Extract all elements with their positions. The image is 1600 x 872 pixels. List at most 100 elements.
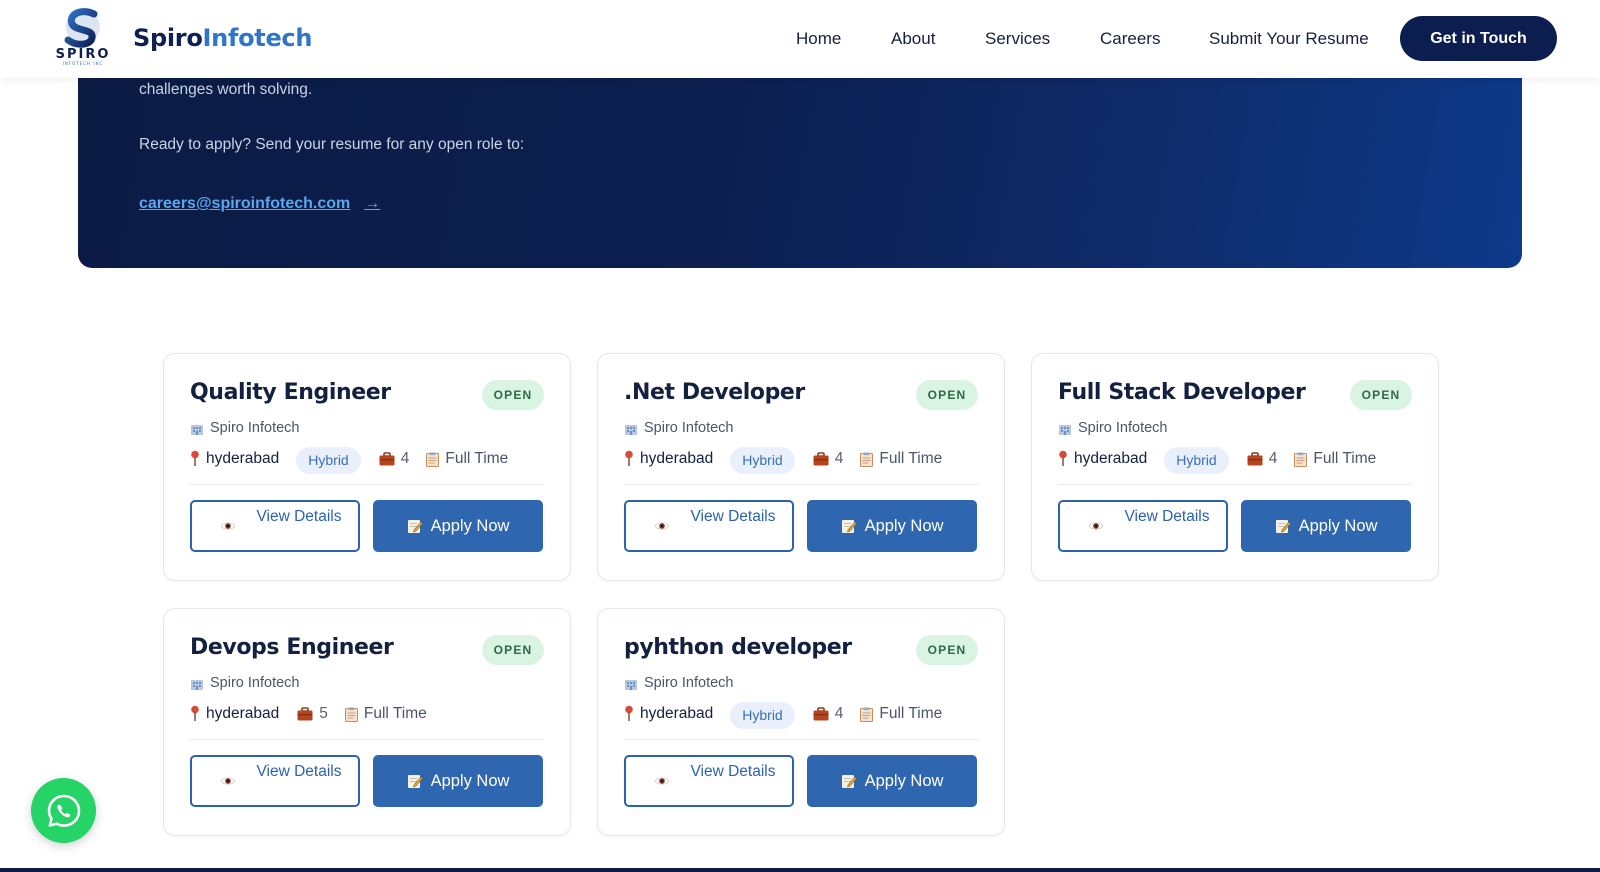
job-meta-row: hyderabad 5 Full Time — [190, 701, 427, 727]
view-details-button[interactable]: View Details — [624, 755, 794, 807]
apply-now-label[interactable]: Apply Now — [1299, 517, 1378, 536]
job-title: Quality Engineer — [190, 380, 391, 405]
location-pin-icon — [191, 450, 199, 466]
hero-text-line: challenges worth solving. — [139, 81, 313, 98]
apply-now-button[interactable]: Apply Now — [373, 755, 543, 807]
job-title: .Net Developer — [624, 380, 805, 405]
work-mode-tag: Hybrid — [730, 701, 795, 729]
view-details-button[interactable]: View Details — [624, 500, 794, 552]
openings-count: 4 — [834, 705, 844, 722]
get-in-touch-button[interactable]: Get in Touch — [1400, 16, 1557, 61]
pencil-icon — [407, 775, 423, 788]
view-details-label[interactable]: View Details — [250, 509, 348, 525]
job-location: hyderabad — [206, 450, 280, 467]
job-card: Full Stack Developer OPEN Spiro Infotech… — [1031, 353, 1439, 581]
status-badge: OPEN — [916, 635, 978, 665]
location-pin-icon — [625, 450, 633, 466]
view-details-label[interactable]: View Details — [684, 509, 782, 525]
location-pin-icon — [625, 705, 633, 721]
card-divider — [624, 484, 978, 485]
brand-name-part2: Infotech — [202, 24, 313, 52]
status-badge: OPEN — [482, 380, 544, 410]
apply-now-button[interactable]: Apply Now — [373, 500, 543, 552]
location-pin-icon — [1059, 450, 1067, 466]
briefcase-icon — [813, 452, 829, 466]
job-title: Devops Engineer — [190, 635, 394, 660]
company-row: Spiro Infotech — [624, 420, 733, 436]
job-location: hyderabad — [206, 705, 280, 722]
apply-now-label[interactable]: Apply Now — [431, 772, 510, 791]
job-meta-row: hyderabad Hybrid 4 Full Time — [624, 446, 943, 474]
job-location: hyderabad — [640, 705, 714, 722]
status-badge: OPEN — [1350, 380, 1412, 410]
apply-now-button[interactable]: Apply Now — [1241, 500, 1411, 552]
location-pin-icon — [191, 705, 199, 721]
view-details-button[interactable]: View Details — [1058, 500, 1228, 552]
job-title: pyhthon developer — [624, 635, 852, 660]
company-name: Spiro Infotech — [1078, 420, 1168, 436]
view-details-button[interactable]: View Details — [190, 500, 360, 552]
apply-now-button[interactable]: Apply Now — [807, 500, 977, 552]
job-card: pyhthon developer OPEN Spiro Infotech hy… — [597, 608, 1005, 836]
pencil-icon — [407, 520, 423, 533]
briefcase-icon — [1247, 452, 1263, 466]
apply-now-button[interactable]: Apply Now — [807, 755, 977, 807]
careers-email-text[interactable]: careers@spiroinfotech.com — [139, 195, 350, 213]
logo-mark-text: SPIRO — [56, 47, 111, 62]
apply-now-label[interactable]: Apply Now — [865, 517, 944, 536]
company-name: Spiro Infotech — [210, 420, 300, 436]
nav-about[interactable]: About — [891, 29, 935, 49]
footer-top-edge — [0, 868, 1600, 872]
whatsapp-icon — [47, 794, 80, 827]
job-type: Full Time — [445, 450, 509, 467]
nav-services[interactable]: Services — [985, 29, 1050, 49]
job-meta-row: hyderabad Hybrid 4 Full Time — [1058, 446, 1377, 474]
clipboard-icon — [1294, 452, 1308, 467]
view-details-label[interactable]: View Details — [1118, 509, 1216, 525]
eye-icon — [654, 522, 670, 530]
work-mode-tag: Hybrid — [296, 446, 361, 474]
careers-hero-banner: challenges worth solving. Ready to apply… — [78, 60, 1522, 268]
job-type: Full Time — [879, 450, 943, 467]
card-divider — [624, 739, 978, 740]
building-icon — [625, 679, 637, 690]
briefcase-icon — [379, 452, 395, 466]
openings-count: 5 — [319, 705, 328, 722]
site-header: SPIRO INFOTECH INC SpiroInfotech Home Ab… — [0, 0, 1600, 78]
clipboard-icon — [344, 707, 358, 722]
job-type: Full Time — [1313, 450, 1377, 467]
apply-now-label[interactable]: Apply Now — [865, 772, 944, 791]
briefcase-icon — [297, 707, 313, 721]
spiro-logo-icon[interactable]: SPIRO INFOTECH INC — [50, 6, 116, 66]
building-icon — [191, 679, 203, 690]
view-details-button[interactable]: View Details — [190, 755, 360, 807]
arrow-right-icon: → — [364, 195, 381, 212]
eye-icon — [220, 522, 236, 530]
nav-home[interactable]: Home — [796, 29, 841, 49]
whatsapp-button[interactable] — [31, 778, 96, 843]
brand-name-part1: Spiro — [133, 24, 203, 52]
building-icon — [1059, 424, 1071, 435]
briefcase-icon — [813, 707, 829, 721]
job-card: Quality Engineer OPEN Spiro Infotech hyd… — [163, 353, 571, 581]
apply-now-label[interactable]: Apply Now — [431, 517, 510, 536]
logo-mark-subtext: INFOTECH INC — [63, 61, 104, 66]
careers-email-link[interactable]: careers@spiroinfotech.com → — [139, 195, 380, 213]
status-badge: OPEN — [482, 635, 544, 665]
brand-wordmark[interactable]: SpiroInfotech — [133, 24, 312, 52]
building-icon — [191, 424, 203, 435]
job-meta-row: hyderabad Hybrid 4 Full Time — [190, 446, 509, 474]
building-icon — [625, 424, 637, 435]
work-mode-tag: Hybrid — [1164, 446, 1229, 474]
hero-apply-prompt: Ready to apply? Send your resume for any… — [139, 136, 525, 153]
clipboard-icon — [860, 452, 874, 467]
card-divider — [190, 739, 544, 740]
job-meta-row: hyderabad Hybrid 4 Full Time — [624, 701, 942, 729]
company-row: Spiro Infotech — [190, 420, 299, 436]
view-details-label[interactable]: View Details — [250, 764, 348, 780]
nav-submit-resume[interactable]: Submit Your Resume — [1209, 29, 1369, 49]
card-divider — [190, 484, 544, 485]
view-details-label[interactable]: View Details — [684, 764, 782, 780]
pencil-icon — [841, 520, 857, 533]
nav-careers[interactable]: Careers — [1100, 29, 1160, 49]
